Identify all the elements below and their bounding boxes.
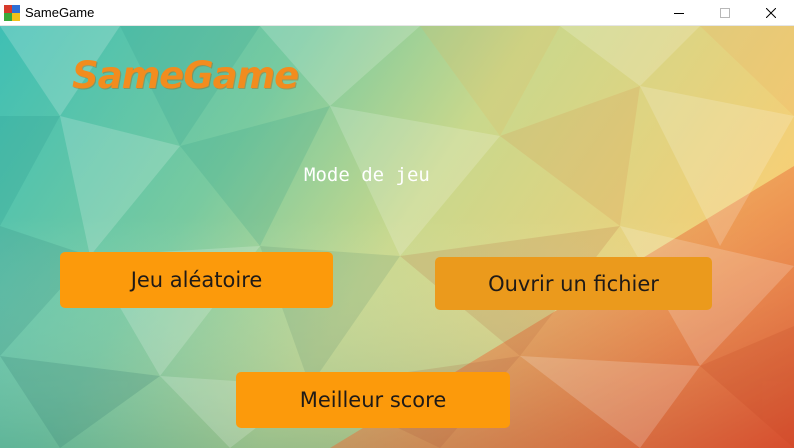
maximize-icon: [720, 8, 730, 18]
close-icon: [766, 8, 776, 18]
random-game-button[interactable]: Jeu aléatoire: [60, 252, 333, 308]
maximize-button[interactable]: [702, 0, 748, 26]
samegame-logo: SameGame: [72, 54, 299, 97]
close-button[interactable]: [748, 0, 794, 26]
mode-de-jeu-label: Mode de jeu: [304, 164, 430, 186]
open-file-button[interactable]: Ouvrir un fichier: [435, 257, 712, 310]
random-game-button-label: Jeu aléatoire: [130, 268, 263, 292]
title-bar: SameGame: [0, 0, 794, 26]
best-score-button-label: Meilleur score: [299, 388, 447, 412]
window-title: SameGame: [25, 5, 95, 20]
minimize-button[interactable]: [656, 0, 702, 26]
samegame-app-icon: [4, 5, 20, 21]
open-file-button-label: Ouvrir un fichier: [488, 271, 659, 296]
main-screen: SameGame Mode de jeu Jeu aléatoire Ouvri…: [0, 26, 794, 448]
minimize-icon: [674, 13, 684, 14]
best-score-button[interactable]: Meilleur score: [236, 372, 510, 428]
app-window: SameGame SameGame Mode de jeu Jeu aléato…: [0, 0, 794, 448]
